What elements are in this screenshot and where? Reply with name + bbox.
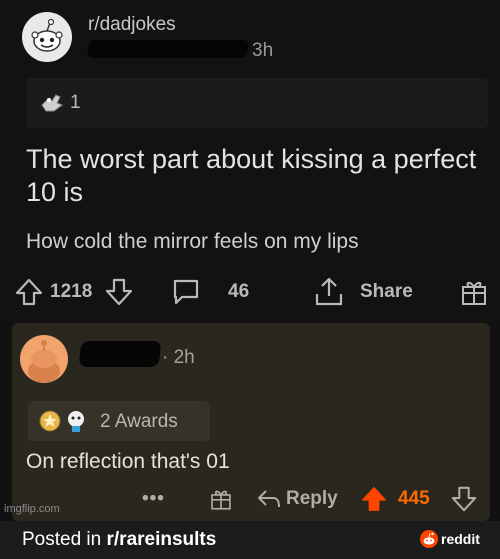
comment-action-bar: ••• Reply 445 — [12, 481, 490, 517]
award-icon — [38, 409, 62, 438]
post-title[interactable]: The worst part about kissing a perfect 1… — [26, 143, 486, 209]
post-timestamp: 3h — [252, 40, 274, 61]
award-icon — [64, 409, 88, 438]
subreddit-name[interactable]: r/dadjokes — [88, 14, 176, 36]
comment-text: On reflection that's 01 — [26, 450, 230, 473]
comment-awards-label: 2 Awards — [100, 411, 178, 432]
footer-subreddit[interactable]: r/rareinsults — [107, 529, 217, 550]
commenter-avatar[interactable] — [20, 335, 68, 383]
snoo-avatar-icon — [28, 340, 60, 383]
redacted-username — [86, 40, 250, 58]
award-icon — [40, 91, 66, 118]
comment-score: 445 — [398, 488, 430, 509]
upvote-icon — [15, 278, 43, 306]
reply-label[interactable]: Reply — [286, 481, 338, 517]
more-options-button[interactable]: ••• — [142, 481, 165, 517]
post-card: r/dadjokes 3h 1 The worst part about kis… — [0, 0, 500, 322]
post-awards[interactable]: 1 — [26, 78, 488, 128]
footer-caption: Posted in r/rareinsults — [22, 529, 216, 551]
share-label[interactable]: Share — [360, 272, 413, 312]
imgflip-watermark: imgflip.com — [4, 503, 60, 515]
gift-button[interactable] — [208, 481, 234, 517]
subreddit-avatar[interactable] — [22, 12, 72, 62]
reddit-wordmark: reddit — [441, 531, 480, 547]
upvote-button[interactable] — [360, 481, 388, 517]
comment-icon — [173, 279, 199, 305]
upvote-icon — [362, 487, 386, 511]
gift-icon — [211, 490, 231, 510]
comment-card: · 2h 2 Awards On reflection that's 01 ••… — [12, 323, 490, 521]
gift-icon — [462, 281, 486, 305]
share-button[interactable] — [312, 272, 346, 312]
award-count: 1 — [70, 92, 81, 113]
downvote-icon — [451, 486, 477, 512]
post-action-bar: 1218 46 Share — [14, 272, 494, 312]
redacted-username — [78, 341, 162, 367]
downvote-icon — [105, 278, 133, 306]
footer-prefix: Posted in — [22, 529, 107, 550]
post-body: How cold the mirror feels on my lips — [26, 230, 359, 253]
post-score: 1218 — [50, 281, 93, 302]
snoo-avatar-icon — [31, 18, 63, 52]
post-header: r/dadjokes 3h — [22, 12, 492, 68]
downvote-button[interactable] — [104, 272, 134, 312]
comments-button[interactable] — [170, 272, 202, 312]
comments-count: 46 — [228, 281, 250, 302]
reply-button[interactable] — [256, 481, 282, 517]
comment-awards[interactable]: 2 Awards — [28, 401, 210, 441]
reply-icon — [258, 490, 280, 508]
share-icon — [315, 277, 343, 306]
gift-button[interactable] — [458, 272, 490, 312]
comment-timestamp: · 2h — [162, 347, 195, 368]
reddit-logo: reddit — [420, 530, 480, 548]
upvote-button[interactable] — [14, 272, 44, 312]
repost-footer: Posted in r/rareinsults reddit — [0, 521, 500, 559]
reddit-logo-icon — [420, 530, 438, 548]
downvote-button[interactable] — [450, 481, 478, 517]
